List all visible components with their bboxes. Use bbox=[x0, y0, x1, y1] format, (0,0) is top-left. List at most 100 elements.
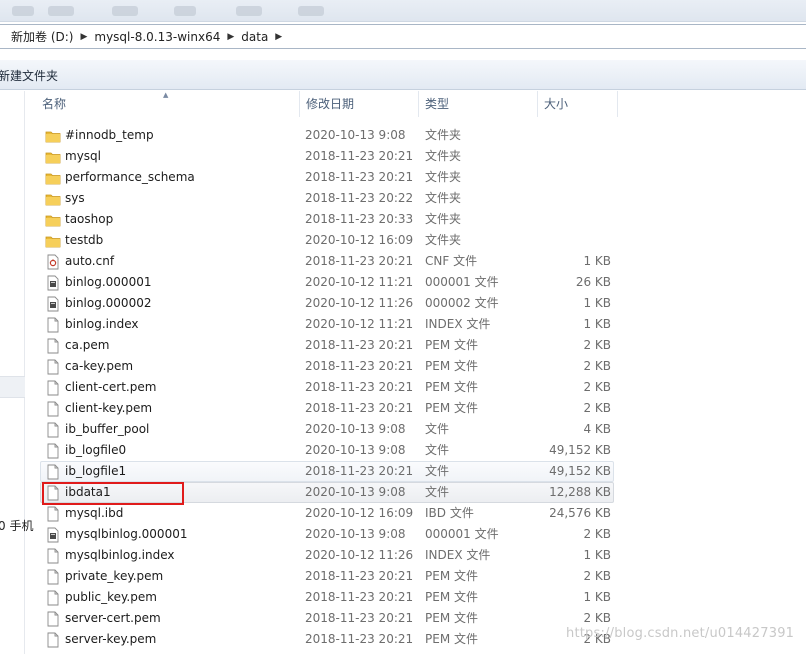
nav-item-selected[interactable] bbox=[0, 376, 25, 398]
breadcrumb-current[interactable]: data bbox=[238, 30, 271, 44]
file-modified-date: 2020-10-13 9:08 bbox=[305, 422, 406, 436]
file-size: 1 KB bbox=[583, 296, 611, 310]
folder-icon bbox=[45, 212, 61, 228]
file-icon bbox=[45, 611, 61, 627]
file-row[interactable]: ib_buffer_pool 2020-10-13 9:08 文件 4 KB bbox=[40, 419, 614, 440]
file-size: 4 KB bbox=[583, 422, 611, 436]
file-row[interactable]: taoshop 2018-11-23 20:33 文件夹 bbox=[40, 209, 614, 230]
file-row[interactable]: ib_logfile1 2018-11-23 20:21 文件 49,152 KB bbox=[40, 461, 614, 482]
file-size: 2 KB bbox=[583, 569, 611, 583]
new-folder-button[interactable]: 新建文件夹 bbox=[0, 67, 58, 84]
file-icon bbox=[45, 569, 61, 585]
file-row[interactable]: public_key.pem 2018-11-23 20:21 PEM 文件 1 KB bbox=[40, 587, 614, 608]
file-row[interactable]: binlog.000002 2020-10-12 11:26 000002 文件 1 … bbox=[40, 293, 614, 314]
file-row[interactable]: performance_schema 2018-11-23 20:21 文件夹 bbox=[40, 167, 614, 188]
file-name: mysql.ibd bbox=[65, 506, 124, 520]
file-size: 2 KB bbox=[583, 527, 611, 541]
file-row[interactable]: private_key.pem 2018-11-23 20:21 PEM 文件 2 K… bbox=[40, 566, 614, 587]
file-row[interactable]: mysql.ibd 2020-10-12 16:09 IBD 文件 24,576 KB bbox=[40, 503, 614, 524]
menu-item-blurred[interactable] bbox=[12, 6, 34, 16]
file-type: INDEX 文件 bbox=[425, 317, 491, 331]
file-icon bbox=[45, 464, 61, 480]
chevron-right-icon[interactable]: ▶ bbox=[76, 32, 91, 42]
column-header-label: 名称 bbox=[42, 97, 67, 111]
file-type: PEM 文件 bbox=[425, 401, 478, 415]
file-icon bbox=[45, 632, 61, 648]
file-size: 1 KB bbox=[583, 317, 611, 331]
watermark: https://blog.csdn.net/u014427391 bbox=[566, 626, 795, 641]
file-name: testdb bbox=[65, 233, 104, 247]
file-icon bbox=[45, 422, 61, 438]
file-row[interactable]: binlog.000001 2020-10-12 11:21 000001 文件 26… bbox=[40, 272, 614, 293]
file-icon bbox=[45, 359, 61, 375]
column-header-label: 类型 bbox=[425, 97, 450, 111]
file-size: 2 KB bbox=[583, 380, 611, 394]
file-modified-date: 2018-11-23 20:21 bbox=[305, 569, 414, 583]
file-type: 文件夹 bbox=[425, 170, 462, 184]
file-icon bbox=[45, 548, 61, 564]
file-row[interactable]: ca.pem 2018-11-23 20:21 PEM 文件 2 KB bbox=[40, 335, 614, 356]
file-row[interactable]: sys 2018-11-23 20:22 文件夹 bbox=[40, 188, 614, 209]
breadcrumb-drive[interactable]: 新加卷 (D:) bbox=[8, 28, 76, 45]
file-size: 1 KB bbox=[583, 590, 611, 604]
address-bar[interactable]: 新加卷 (D:) ▶ mysql-8.0.13-winx64 ▶ data ▶ bbox=[0, 24, 806, 49]
file-type: 文件夹 bbox=[425, 128, 462, 142]
file-name: ca.pem bbox=[65, 338, 110, 352]
file-type: CNF 文件 bbox=[425, 254, 478, 268]
toolbar: 新建文件夹 bbox=[0, 60, 806, 90]
column-header-type[interactable]: 类型 bbox=[419, 91, 538, 117]
file-type: 文件 bbox=[425, 485, 450, 499]
menu-bar bbox=[0, 0, 806, 22]
file-modified-date: 2018-11-23 20:21 bbox=[305, 401, 414, 415]
navigation-pane: 0 手机 bbox=[0, 91, 33, 654]
nav-item-label[interactable]: 0 手机 bbox=[0, 517, 33, 534]
file-size: 49,152 KB bbox=[549, 443, 611, 457]
file-type: 000002 文件 bbox=[425, 296, 499, 310]
column-header-row: 名称 ▲ 修改日期 类型 大小 bbox=[26, 91, 806, 117]
file-icon bbox=[45, 317, 61, 333]
file-row[interactable]: client-key.pem 2018-11-23 20:21 PEM 文件 2 KB bbox=[40, 398, 614, 419]
file-size bbox=[541, 231, 611, 250]
file-modified-date: 2020-10-13 9:08 bbox=[305, 527, 406, 541]
file-row[interactable]: mysql 2018-11-23 20:21 文件夹 bbox=[40, 146, 614, 167]
column-header-label: 大小 bbox=[544, 97, 569, 111]
menu-item-blurred[interactable] bbox=[298, 6, 324, 16]
file-modified-date: 2018-11-23 20:21 bbox=[305, 611, 414, 625]
file-type: 文件 bbox=[425, 464, 450, 478]
file-icon bbox=[45, 506, 61, 522]
menu-item-blurred[interactable] bbox=[48, 6, 74, 16]
file-row[interactable]: ca-key.pem 2018-11-23 20:21 PEM 文件 2 KB bbox=[40, 356, 614, 377]
file-row[interactable]: mysqlbinlog.index 2020-10-12 11:26 INDEX 文… bbox=[40, 545, 614, 566]
column-header-date[interactable]: 修改日期 bbox=[300, 91, 419, 117]
file-name: public_key.pem bbox=[65, 590, 157, 604]
file-row[interactable]: mysqlbinlog.000001 2020-10-13 9:08 000001 … bbox=[40, 524, 614, 545]
file-modified-date: 2020-10-12 16:09 bbox=[305, 233, 414, 247]
file-icon bbox=[45, 380, 61, 396]
file-size bbox=[541, 168, 611, 187]
file-type: PEM 文件 bbox=[425, 590, 478, 604]
file-row[interactable]: ib_logfile0 2020-10-13 9:08 文件 49,152 KB bbox=[40, 440, 614, 461]
file-type: 000001 文件 bbox=[425, 527, 499, 541]
file-modified-date: 2018-11-23 20:21 bbox=[305, 632, 414, 646]
file-modified-date: 2018-11-23 20:22 bbox=[305, 191, 414, 205]
file-name: #innodb_temp bbox=[65, 128, 154, 142]
file-row[interactable]: server-cert.pem 2018-11-23 20:21 PEM 文件 2 K… bbox=[40, 608, 614, 629]
column-header-size[interactable]: 大小 bbox=[538, 91, 618, 117]
chevron-right-icon[interactable]: ▶ bbox=[223, 32, 238, 42]
file-name: mysqlbinlog.index bbox=[65, 548, 175, 562]
file-row[interactable]: server-key.pem 2018-11-23 20:21 PEM 文件 2 KB bbox=[40, 629, 614, 650]
file-row[interactable]: #innodb_temp 2020-10-13 9:08 文件夹 bbox=[40, 125, 614, 146]
menu-item-blurred[interactable] bbox=[174, 6, 196, 16]
menu-item-blurred[interactable] bbox=[112, 6, 138, 16]
file-name: ib_buffer_pool bbox=[65, 422, 150, 436]
file-row[interactable]: auto.cnf 2018-11-23 20:21 CNF 文件 1 KB bbox=[40, 251, 614, 272]
menu-item-blurred[interactable] bbox=[236, 6, 262, 16]
breadcrumb-folder[interactable]: mysql-8.0.13-winx64 bbox=[91, 30, 223, 44]
chevron-right-icon[interactable]: ▶ bbox=[271, 32, 286, 42]
file-name: ib_logfile0 bbox=[65, 443, 127, 457]
file-name: mysqlbinlog.000001 bbox=[65, 527, 188, 541]
file-row[interactable]: testdb 2020-10-12 16:09 文件夹 bbox=[40, 230, 614, 251]
file-size: 24,576 KB bbox=[549, 506, 611, 520]
file-row[interactable]: binlog.index 2020-10-12 11:21 INDEX 文件 1 KB bbox=[40, 314, 614, 335]
file-row[interactable]: client-cert.pem 2018-11-23 20:21 PEM 文件 2 K… bbox=[40, 377, 614, 398]
